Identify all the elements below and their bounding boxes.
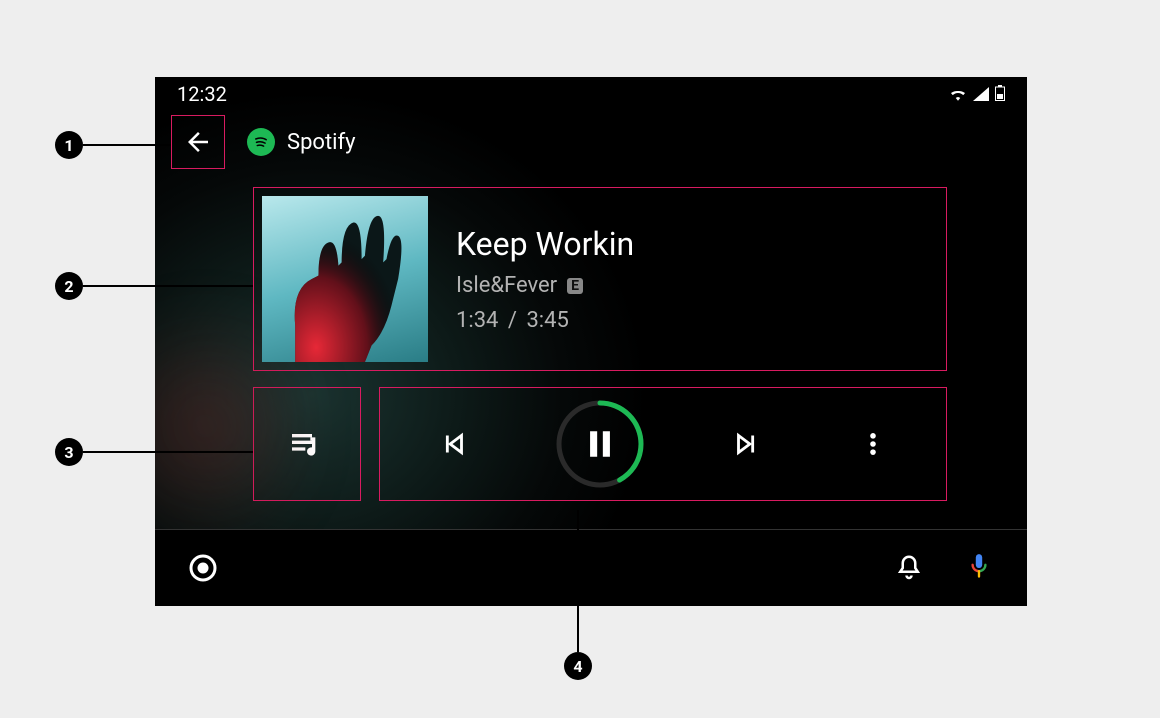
battery-icon — [995, 82, 1005, 106]
previous-button[interactable] — [429, 420, 477, 468]
time-separator: / — [508, 308, 517, 333]
queue-button[interactable] — [253, 387, 361, 501]
total-duration: 3:45 — [526, 308, 568, 333]
nav-home-button[interactable] — [183, 548, 223, 588]
artist-row: Isle&Fever E — [456, 273, 634, 298]
playback-control-bar — [379, 387, 947, 501]
circle-target-icon — [188, 553, 218, 583]
progress-ring-icon — [555, 399, 645, 489]
annotation-1: 1 — [55, 131, 83, 159]
back-button[interactable] — [171, 115, 225, 169]
notifications-button[interactable] — [889, 548, 929, 588]
annotation-4: 4 — [564, 652, 592, 680]
app-name-label: Spotify — [287, 130, 356, 155]
overflow-button[interactable] — [849, 420, 897, 468]
annotation-line-2 — [83, 285, 253, 287]
back-arrow-icon — [183, 127, 213, 157]
track-metadata-region[interactable]: Keep Workin Isle&Fever E 1:34 / 3:45 — [253, 187, 947, 371]
cell-signal-icon — [973, 82, 989, 106]
queue-icon — [287, 424, 327, 464]
controls-row — [253, 387, 1027, 501]
app-title-group: Spotify — [247, 128, 356, 156]
skip-next-icon — [730, 427, 764, 461]
mic-icon — [966, 552, 992, 584]
status-time: 12:32 — [177, 82, 227, 106]
annotation-3: 3 — [55, 438, 83, 466]
annotation-line-1 — [83, 144, 171, 146]
explicit-badge: E — [567, 278, 583, 294]
track-title: Keep Workin — [456, 225, 634, 263]
device-screen: 12:32 Spotify — [155, 77, 1027, 606]
assistant-button[interactable] — [959, 548, 999, 588]
status-icons — [949, 82, 1005, 106]
next-button[interactable] — [723, 420, 771, 468]
album-art-image — [262, 196, 428, 362]
status-bar: 12:32 — [155, 77, 1027, 111]
elapsed-time: 1:34 — [456, 308, 498, 333]
wifi-icon — [949, 82, 967, 106]
app-header: Spotify — [155, 111, 1027, 173]
system-nav-bar — [155, 530, 1027, 606]
annotation-line-4 — [577, 510, 579, 652]
track-info: Keep Workin Isle&Fever E 1:34 / 3:45 — [456, 225, 634, 333]
annotation-2: 2 — [55, 272, 83, 300]
artist-name: Isle&Fever — [456, 273, 557, 298]
more-vert-icon — [859, 430, 887, 458]
play-pause-button[interactable] — [555, 399, 645, 489]
bell-icon — [894, 553, 924, 583]
annotation-line-3 — [83, 451, 253, 453]
album-art — [262, 196, 428, 362]
spotify-icon — [247, 128, 275, 156]
skip-previous-icon — [436, 427, 470, 461]
time-row: 1:34 / 3:45 — [456, 308, 634, 333]
